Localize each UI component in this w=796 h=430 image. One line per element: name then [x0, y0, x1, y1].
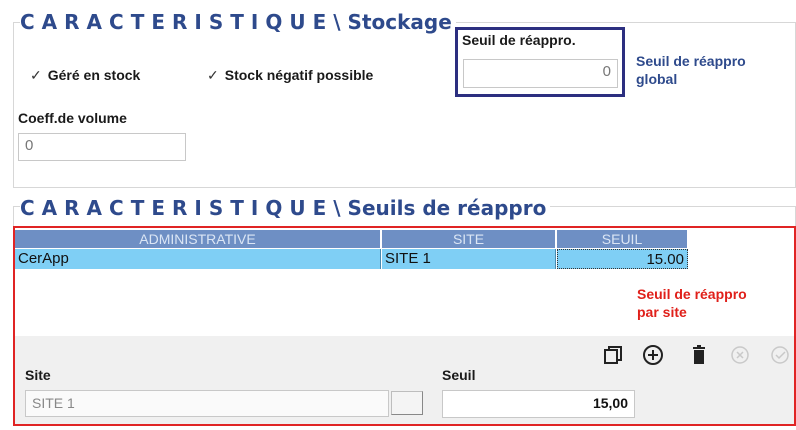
coeff-volume-input[interactable]: 0 [18, 133, 186, 161]
copy-icon[interactable] [602, 344, 624, 366]
site-label: Site [25, 367, 51, 383]
gere-en-stock-checkbox[interactable]: ✓ Géré en stock [30, 67, 140, 84]
column-header-seuil[interactable]: SEUIL [557, 230, 688, 248]
stockage-section-title: CARACTERISTIQUE\ Stockage [20, 10, 456, 34]
table-row-administrative[interactable]: CerApp [15, 249, 381, 269]
seuil-input[interactable]: 15,00 [442, 390, 635, 418]
add-icon[interactable] [642, 344, 664, 366]
global-note: Seuil de réappro global [636, 53, 746, 87]
checkmark-icon: ✓ [30, 67, 42, 83]
validate-icon[interactable] [769, 344, 791, 366]
stock-negatif-checkbox[interactable]: ✓ Stock négatif possible [207, 67, 373, 84]
seuils-section-title: CARACTERISTIQUE\ Seuils de réappro [20, 196, 551, 220]
checkmark-icon: ✓ [207, 67, 219, 83]
delete-icon[interactable] [688, 344, 710, 366]
seuil-reappro-input[interactable]: 0 [463, 59, 618, 88]
site-note: Seuil de réappro par site [637, 286, 747, 320]
column-header-site[interactable]: SITE [382, 230, 556, 248]
cancel-icon[interactable] [729, 344, 751, 366]
table-row-site[interactable]: SITE 1 [382, 249, 556, 269]
seuil-reappro-label: Seuil de réappro. [462, 32, 576, 48]
table-row-seuil[interactable]: 15.00 [557, 249, 688, 269]
site-input[interactable]: SITE 1 [25, 390, 389, 417]
column-header-administrative[interactable]: ADMINISTRATIVE [15, 230, 381, 248]
stockage-panel [13, 22, 796, 188]
seuil-label: Seuil [442, 367, 476, 383]
site-picker-button[interactable] [391, 391, 423, 415]
coeff-volume-label: Coeff.de volume [18, 110, 127, 126]
